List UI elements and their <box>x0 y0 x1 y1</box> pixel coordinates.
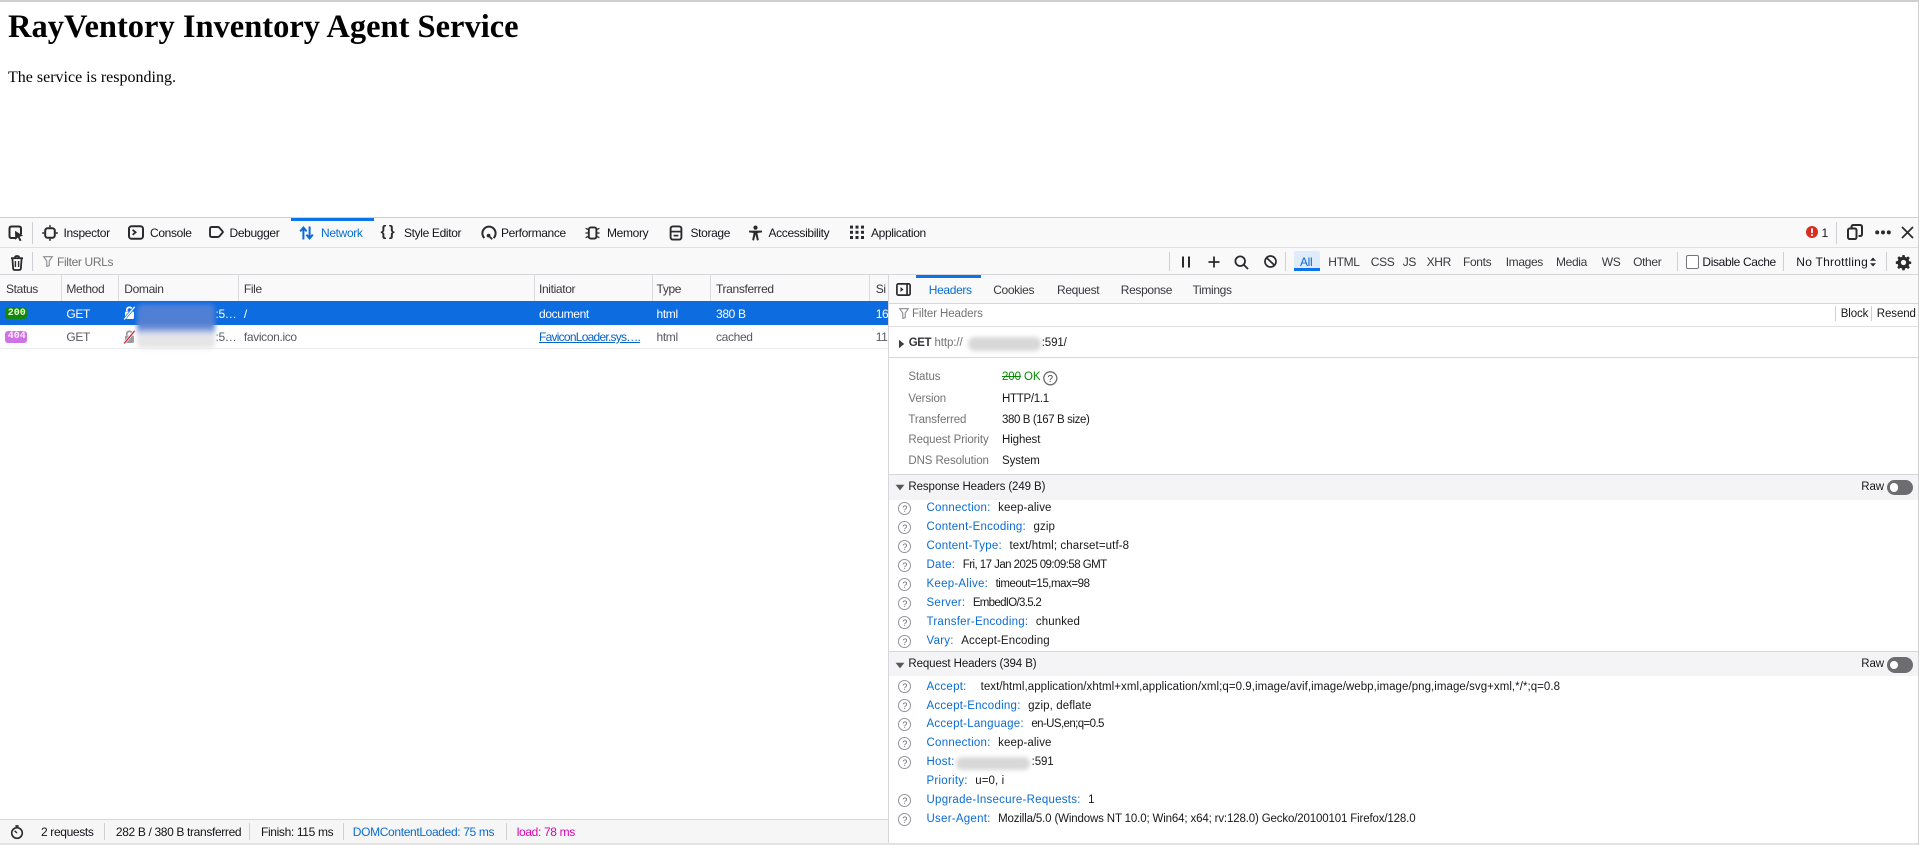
svg-text:?: ? <box>1048 374 1054 385</box>
